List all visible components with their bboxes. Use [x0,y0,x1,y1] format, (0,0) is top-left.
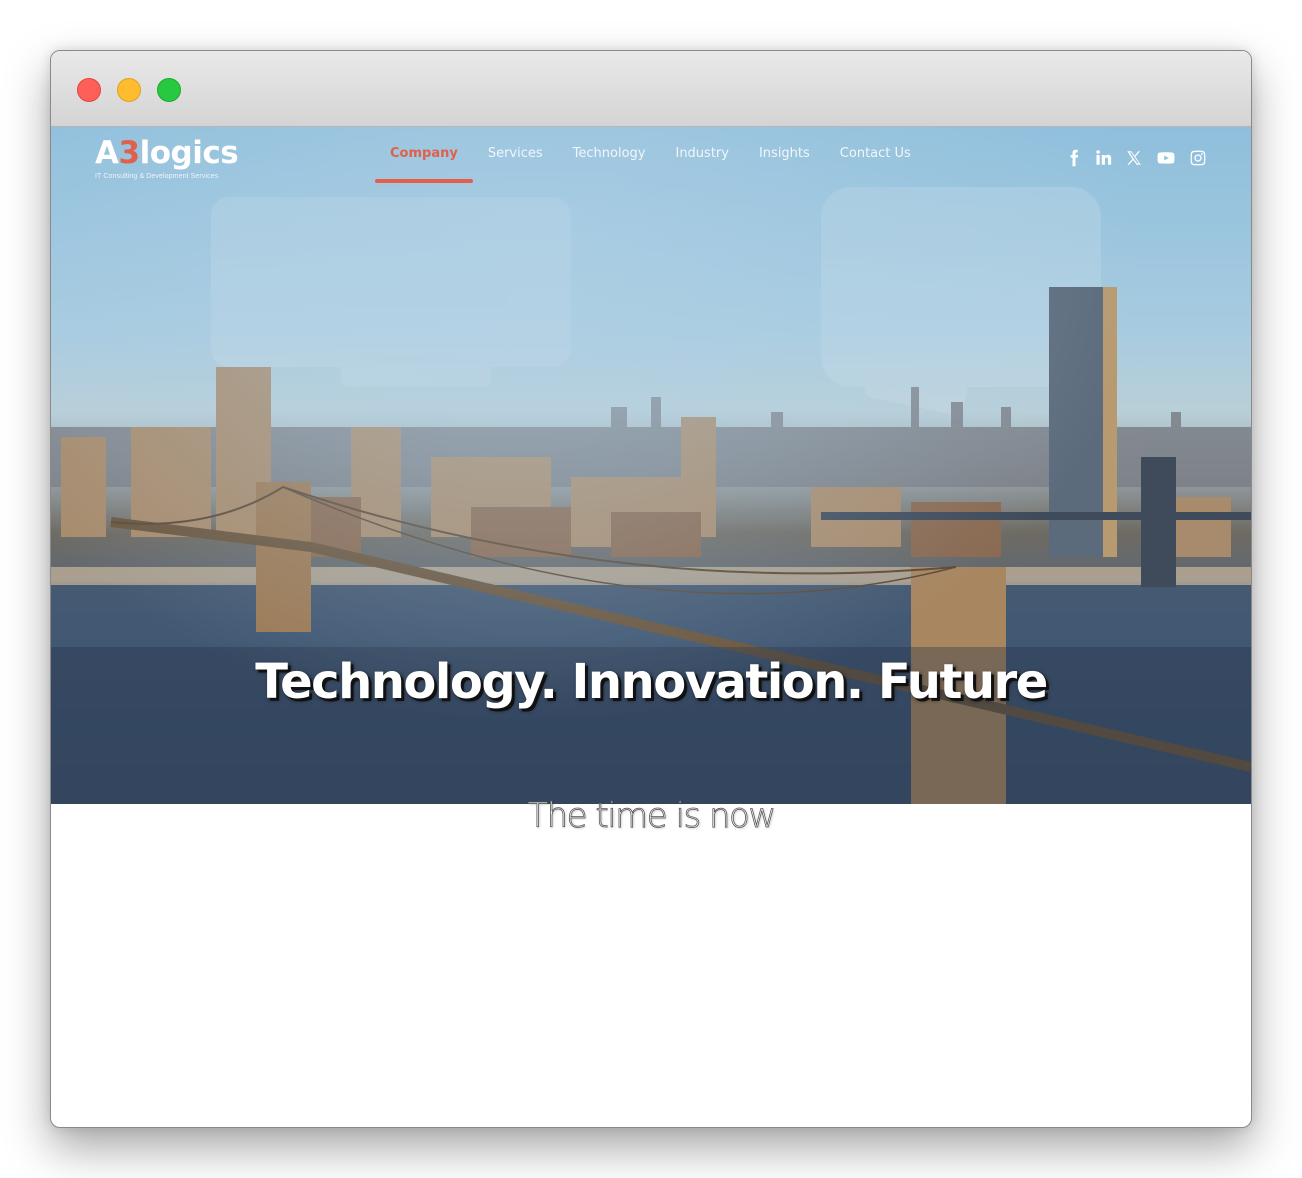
hero-subheadline: The time is now [527,796,777,837]
maximize-window-button[interactable] [157,78,181,102]
youtube-icon[interactable] [1155,149,1177,167]
nav-label: Services [487,146,543,161]
close-window-button[interactable] [77,78,101,102]
title-bar [51,51,1251,127]
nav-label: Technology [572,146,646,161]
main-nav: Company Services Technology Industry Ins… [375,127,926,183]
logo-suffix: logics [139,135,239,171]
logo-letter-a: A [95,135,119,171]
nav-item-industry[interactable]: Industry [660,127,743,183]
hero-headline: Technology. Innovation. Future [255,654,1048,710]
logo-tagline: IT Consulting & Development Services [95,173,219,180]
nav-item-company[interactable]: Company [375,127,473,183]
social-links [1065,149,1207,167]
facebook-icon[interactable] [1065,149,1083,167]
logo-accent-3: 3 [118,135,141,171]
nav-item-contact-us[interactable]: Contact Us [825,127,926,183]
nav-label: Contact Us [839,146,911,161]
x-twitter-icon[interactable] [1125,149,1143,167]
nav-item-insights[interactable]: Insights [744,127,825,183]
logo-wordmark: A3logics [95,135,239,171]
nav-item-services[interactable]: Services [473,127,558,183]
browser-window: A3logics IT Consulting & Development Ser… [50,50,1252,1128]
nav-label: Industry [675,146,729,161]
brand-logo[interactable]: A3logics IT Consulting & Development Ser… [95,135,239,180]
nav-item-technology[interactable]: Technology [558,127,661,183]
linkedin-icon[interactable] [1095,149,1113,167]
instagram-icon[interactable] [1189,149,1207,167]
nav-label: Insights [758,146,810,161]
minimize-window-button[interactable] [117,78,141,102]
site-header: A3logics IT Consulting & Development Ser… [51,127,1251,192]
nav-label: Company [390,146,458,161]
